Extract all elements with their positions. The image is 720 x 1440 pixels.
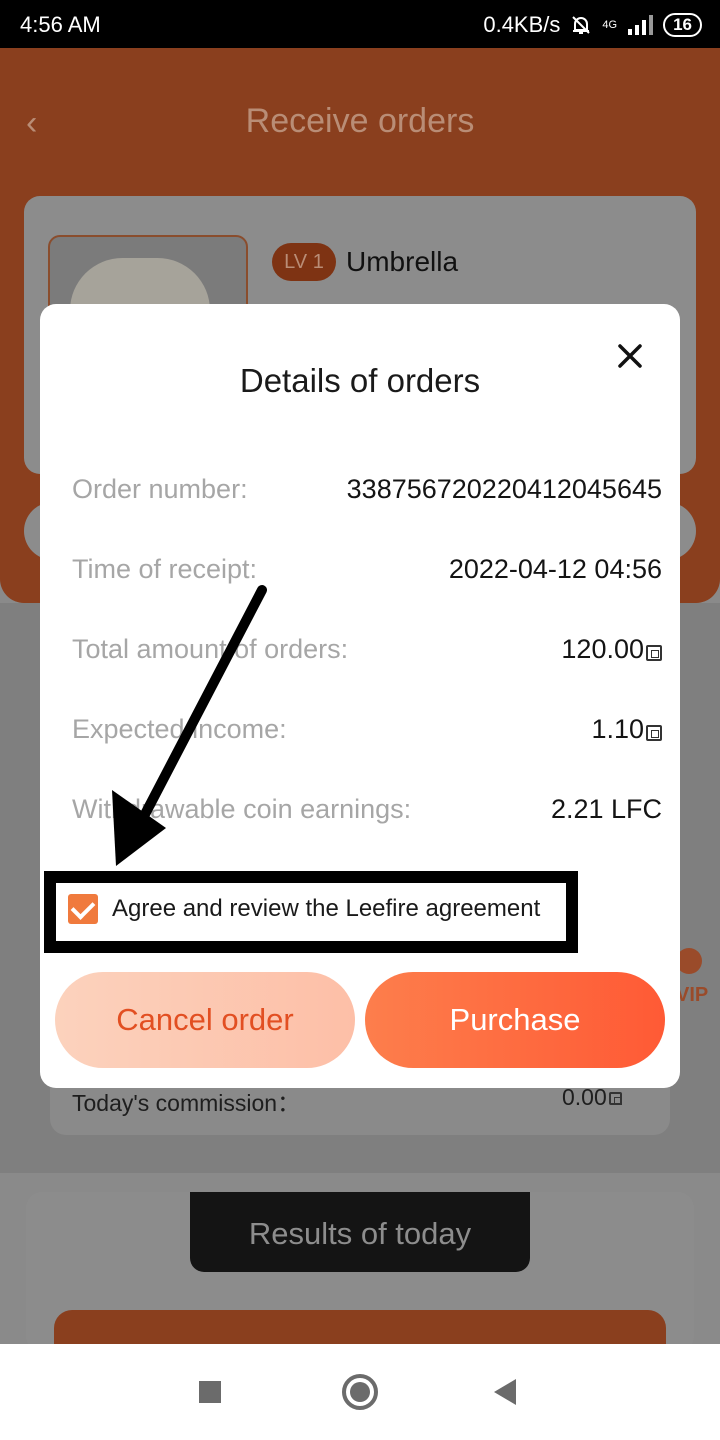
dialog-title: Details of orders <box>239 362 481 399</box>
coin-earnings-row: Withdrawable coin earnings: 2.21 LFC <box>72 794 662 834</box>
commission-label: Today's commission： <box>72 1090 301 1116</box>
coin-icon <box>608 1092 622 1105</box>
vip-badge: VIP <box>676 984 709 1006</box>
order-number-row: Order number: 3387567202204120456​45 <box>72 474 662 514</box>
net-speed: 0.4KB/s <box>483 12 561 37</box>
row-label: Time of receipt: <box>72 554 258 584</box>
close-icon[interactable] <box>612 338 648 374</box>
recents-icon[interactable] <box>199 1381 221 1403</box>
purchase-button[interactable]: Purchase <box>365 972 665 1068</box>
expected-income-row: Expected income: 1.10 <box>72 714 662 754</box>
cancel-order-button[interactable]: Cancel order <box>55 972 355 1068</box>
agreement-checkbox[interactable] <box>68 894 98 924</box>
row-value: 3387567202204120456​45 <box>346 474 662 504</box>
row-label: Total amount of orders: <box>72 634 349 664</box>
agreement-label[interactable]: Agree and review the Leefire agreement <box>112 895 540 923</box>
coin-icon <box>646 724 662 741</box>
receipt-time-row: Time of receipt: 2022-04-12 04:56 <box>72 554 662 594</box>
row-value: 2.21 LFC <box>550 794 662 824</box>
total-amount-row: Total amount of orders: 120.00 <box>72 634 662 674</box>
order-details-dialog: Details of orders Order number: 33875672… <box>40 304 680 1088</box>
network-type: 4G <box>602 19 618 31</box>
status-time: 4:56 AM <box>20 12 101 37</box>
row-label: Withdrawable coin earnings: <box>72 794 412 824</box>
row-value: 120.00 <box>561 634 662 665</box>
signal-icon <box>628 15 654 35</box>
row-value: 2022-04-12 04:56 <box>448 554 662 584</box>
bell-muted-icon <box>572 16 591 34</box>
page-title: Receive orders <box>245 102 475 140</box>
results-today-button[interactable]: Results of today <box>190 1192 530 1272</box>
level-badge: LV 1 <box>272 243 336 281</box>
status-bar: 4:56 AM 0.4KB/s 4G 16 <box>0 0 720 48</box>
back-nav-icon[interactable] <box>494 1379 516 1405</box>
agreement-checkbox-row[interactable]: Agree and review the Leefire agreement <box>68 894 540 924</box>
status-right: 0.4KB/s 4G 16 <box>483 12 702 38</box>
commission-value: 0.00 <box>562 1084 622 1111</box>
coin-icon <box>646 644 662 661</box>
product-name: Umbrella <box>346 246 459 277</box>
row-label: Expected income: <box>72 714 287 744</box>
row-value: 1.10 <box>591 714 662 745</box>
row-label: Order number: <box>72 474 248 504</box>
home-icon[interactable] <box>342 1374 378 1410</box>
battery-icon: 16 <box>663 13 702 37</box>
